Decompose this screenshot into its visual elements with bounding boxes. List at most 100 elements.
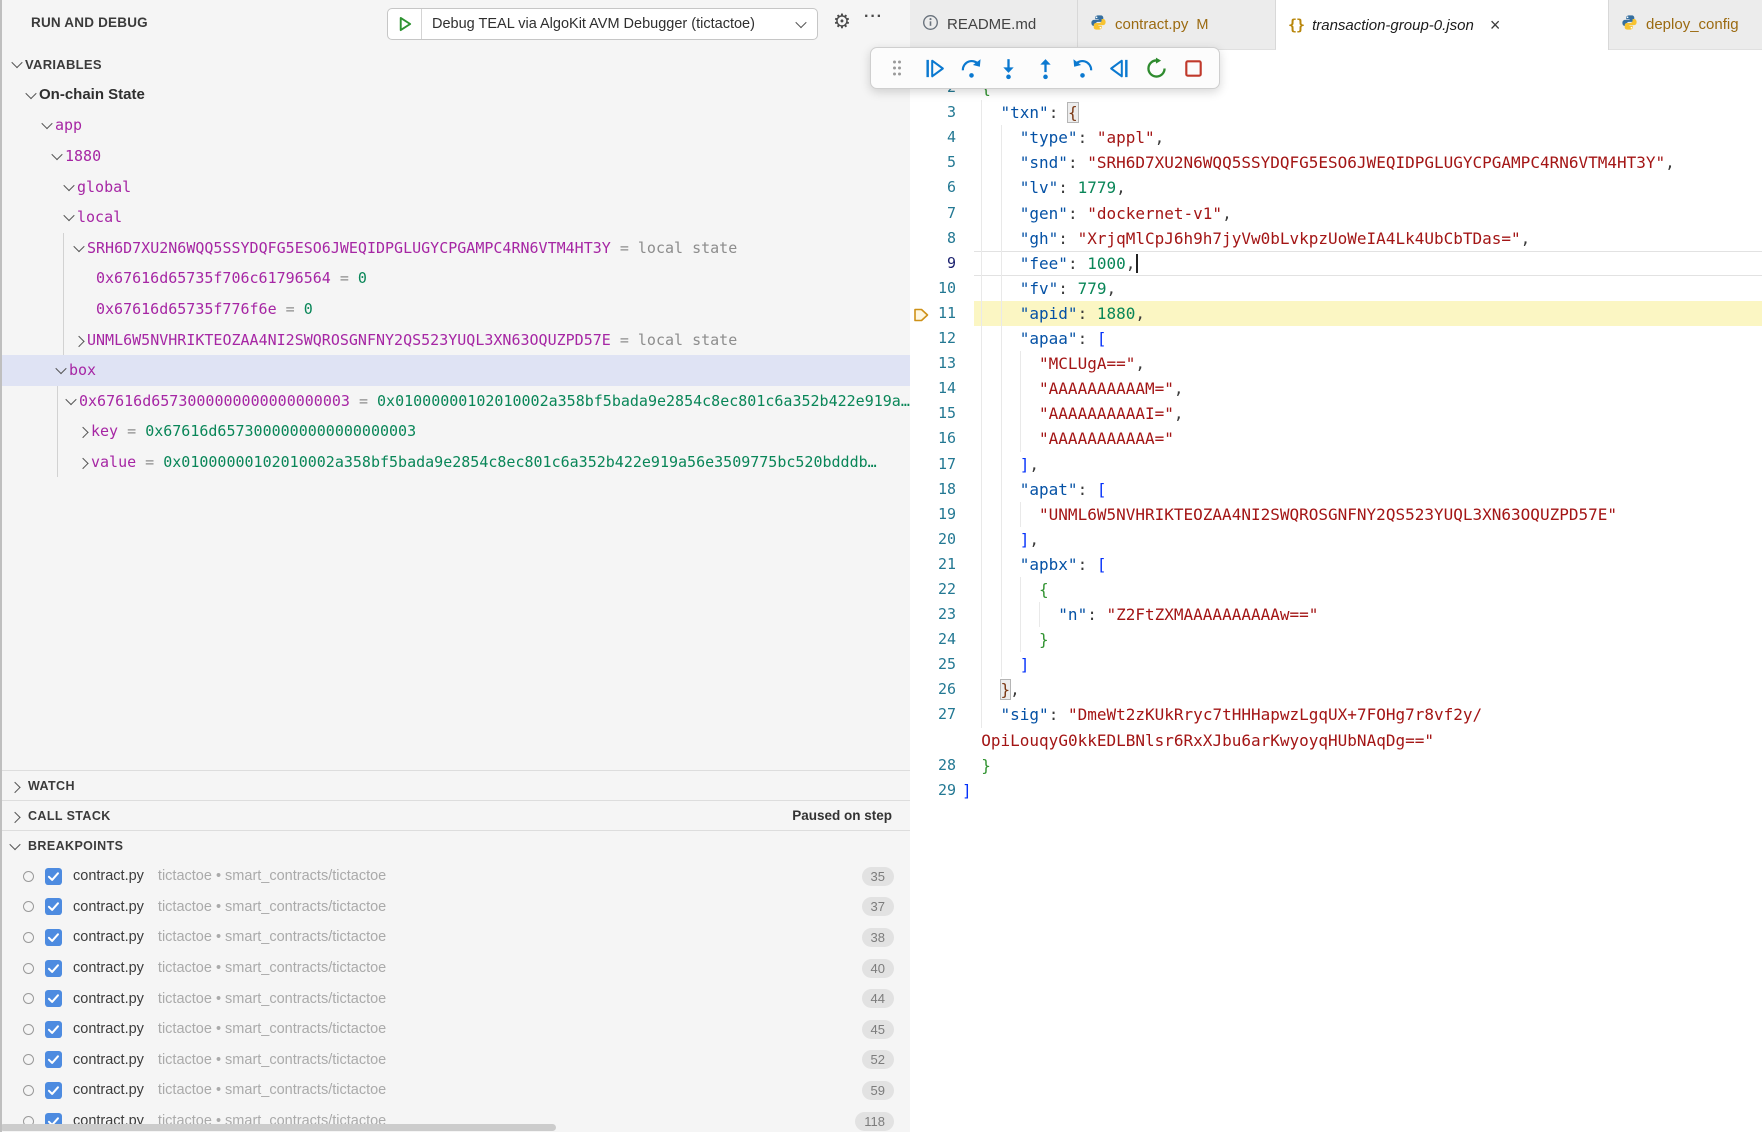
line-number[interactable]: 9 xyxy=(910,251,956,276)
line-number[interactable]: 12 xyxy=(910,326,956,351)
code-line-4[interactable]: 4"type": "appl", xyxy=(910,125,1762,150)
line-number[interactable]: 17 xyxy=(910,452,956,477)
breakpoint-row[interactable]: contract.pytictactoe • smart_contracts/t… xyxy=(0,1045,910,1076)
reverse-continue-button[interactable] xyxy=(1103,52,1135,84)
breakpoint-row[interactable]: contract.pytictactoe • smart_contracts/t… xyxy=(0,953,910,984)
step-out-button[interactable] xyxy=(1029,52,1061,84)
code-line-13[interactable]: 13"MCLUgA==", xyxy=(910,351,1762,376)
code-line-20[interactable]: 20], xyxy=(910,527,1762,552)
step-into-button[interactable] xyxy=(992,52,1024,84)
code-line-29[interactable]: 29] xyxy=(910,778,1762,803)
json-editor[interactable]: 1[2{3"txn": {4"type": "appl",5"snd": "SR… xyxy=(910,50,1762,1132)
code-line-16[interactable]: 16"AAAAAAAAAAA=" xyxy=(910,426,1762,451)
chevron-down-icon[interactable] xyxy=(38,121,55,129)
gear-icon[interactable]: ⚙ xyxy=(833,10,851,34)
variables-section-header[interactable]: VARIABLES xyxy=(0,49,910,80)
breakpoint-row[interactable]: contract.pytictactoe • smart_contracts/t… xyxy=(0,922,910,953)
line-number[interactable]: 3 xyxy=(910,100,956,125)
code-line-8[interactable]: 8"gh": "XrjqMlCpJ6h9h7jyVw0bLvkpzUoWeIA4… xyxy=(910,226,1762,251)
call-stack-section-header[interactable]: CALL STACK Paused on step xyxy=(0,800,910,830)
tree-row[interactable]: SRH6D7XU2N6WQQ5SSYDQFG5ESO6JWEQIDPGLUGYC… xyxy=(0,233,910,264)
line-number[interactable]: 5 xyxy=(910,150,956,175)
step-over-button[interactable] xyxy=(955,52,987,84)
chevron-right-icon[interactable] xyxy=(74,458,91,466)
chevron-down-icon[interactable] xyxy=(70,244,87,252)
stop-button[interactable] xyxy=(1177,52,1209,84)
code-line-9[interactable]: 9"fee": 1000, xyxy=(910,251,1762,276)
chevron-down-icon[interactable] xyxy=(60,213,77,221)
tree-row[interactable]: key = 0x67616d6573000000000000000003 xyxy=(0,416,910,447)
breakpoint-row[interactable]: contract.pytictactoe • smart_contracts/t… xyxy=(0,1075,910,1106)
line-number[interactable]: 22 xyxy=(910,577,956,602)
step-back-button[interactable] xyxy=(1066,52,1098,84)
tree-row[interactable]: 1880 xyxy=(0,141,910,172)
watch-section-header[interactable]: WATCH xyxy=(0,770,910,800)
code-line-7[interactable]: 7"gen": "dockernet-v1", xyxy=(910,201,1762,226)
code-line-21[interactable]: 21"apbx": [ xyxy=(910,552,1762,577)
breakpoint-row[interactable]: contract.pytictactoe • smart_contracts/t… xyxy=(0,1014,910,1045)
tab-contract-py[interactable]: contract.pyM xyxy=(1078,0,1276,50)
code-line-12[interactable]: 12"apaa": [ xyxy=(910,326,1762,351)
chevron-down-icon[interactable] xyxy=(8,60,25,68)
breakpoint-enabled-checkbox[interactable] xyxy=(45,898,62,915)
line-number[interactable]: 29 xyxy=(910,778,956,803)
tree-row[interactable]: box xyxy=(0,355,910,386)
code-line-28[interactable]: 28} xyxy=(910,753,1762,778)
line-number[interactable]: 24 xyxy=(910,627,956,652)
line-number[interactable]: 6 xyxy=(910,175,956,200)
line-number[interactable]: 26 xyxy=(910,677,956,702)
line-number[interactable]: 11 xyxy=(910,301,956,326)
chevron-down-icon[interactable] xyxy=(48,152,65,160)
code-line-17[interactable]: 17], xyxy=(910,452,1762,477)
breakpoint-row[interactable]: contract.pytictactoe • smart_contracts/t… xyxy=(0,983,910,1014)
line-number[interactable]: 23 xyxy=(910,602,956,627)
breakpoints-section-header[interactable]: BREAKPOINTS xyxy=(0,830,910,860)
breakpoint-enabled-checkbox[interactable] xyxy=(45,868,62,885)
code-line-19[interactable]: 19"UNML6W5NVHRIKTEOZAA4NI2SWQROSGNFNY2QS… xyxy=(910,502,1762,527)
tree-row[interactable]: UNML6W5NVHRIKTEOZAA4NI2SWQROSGNFNY2QS523… xyxy=(0,324,910,355)
code-line-5[interactable]: 5"snd": "SRH6D7XU2N6WQQ5SSYDQFG5ESO6JWEQ… xyxy=(910,150,1762,175)
tab-transaction-group-0-json[interactable]: {}transaction-group-0.json× xyxy=(1276,0,1609,50)
continue-button[interactable] xyxy=(918,52,950,84)
chevron-down-icon[interactable] xyxy=(60,183,77,191)
line-number[interactable]: 20 xyxy=(910,527,956,552)
code-line-6[interactable]: 6"lv": 1779, xyxy=(910,175,1762,200)
line-number[interactable]: 28 xyxy=(910,753,956,778)
code-line-14[interactable]: 14"AAAAAAAAAAM=", xyxy=(910,376,1762,401)
chevron-down-icon[interactable] xyxy=(52,366,69,374)
code-line-24[interactable]: 24} xyxy=(910,627,1762,652)
code-line-3[interactable]: 3"txn": { xyxy=(910,100,1762,125)
restart-button[interactable] xyxy=(1140,52,1172,84)
tree-row[interactable]: 0x67616d65735f776f6e = 0 xyxy=(0,294,910,325)
close-icon[interactable]: × xyxy=(1490,17,1501,33)
code-line-10[interactable]: 10"fv": 779, xyxy=(910,276,1762,301)
line-number[interactable]: 10 xyxy=(910,276,956,301)
breakpoint-enabled-checkbox[interactable] xyxy=(45,990,62,1007)
chevron-down-icon[interactable] xyxy=(62,397,79,405)
more-actions-icon[interactable]: ··· xyxy=(864,8,883,26)
line-number[interactable]: 25 xyxy=(910,652,956,677)
chevron-right-icon[interactable] xyxy=(74,427,91,435)
breakpoint-row[interactable]: contract.pytictactoe • smart_contracts/t… xyxy=(0,892,910,923)
code-line-26[interactable]: 26}, xyxy=(910,677,1762,702)
code-line-27[interactable]: 27"sig": "DmeWt2zKUkRryc7tHHHapwzLgqUX+7… xyxy=(910,702,1762,727)
line-number[interactable]: 7 xyxy=(910,201,956,226)
breakpoint-enabled-checkbox[interactable] xyxy=(45,1082,62,1099)
line-number[interactable]: 14 xyxy=(910,376,956,401)
breakpoint-enabled-checkbox[interactable] xyxy=(45,960,62,977)
line-number[interactable]: 19 xyxy=(910,502,956,527)
tab-readme-md[interactable]: README.md xyxy=(910,0,1078,50)
tab-deploy-config[interactable]: deploy_config xyxy=(1609,0,1762,50)
tree-row[interactable]: 0x67616d6573000000000000000003 = 0x01000… xyxy=(0,386,910,417)
start-debugging-icon[interactable] xyxy=(388,15,421,33)
tree-row[interactable]: local xyxy=(0,202,910,233)
code-line-15[interactable]: 15"AAAAAAAAAAI=", xyxy=(910,401,1762,426)
code-line-wrap[interactable]: OpiLouqyG0kkEDLBNlsr6RxXJbu6arKwyoyqHUbN… xyxy=(910,728,1762,753)
code-line-22[interactable]: 22{ xyxy=(910,577,1762,602)
launch-config-select[interactable]: Debug TEAL via AlgoKit AVM Debugger (tic… xyxy=(387,8,818,40)
line-number[interactable]: 13 xyxy=(910,351,956,376)
breakpoint-enabled-checkbox[interactable] xyxy=(45,1051,62,1068)
chevron-right-icon[interactable] xyxy=(70,336,87,344)
line-number[interactable]: 27 xyxy=(910,702,956,727)
breakpoint-row[interactable]: contract.pytictactoe • smart_contracts/t… xyxy=(0,861,910,892)
